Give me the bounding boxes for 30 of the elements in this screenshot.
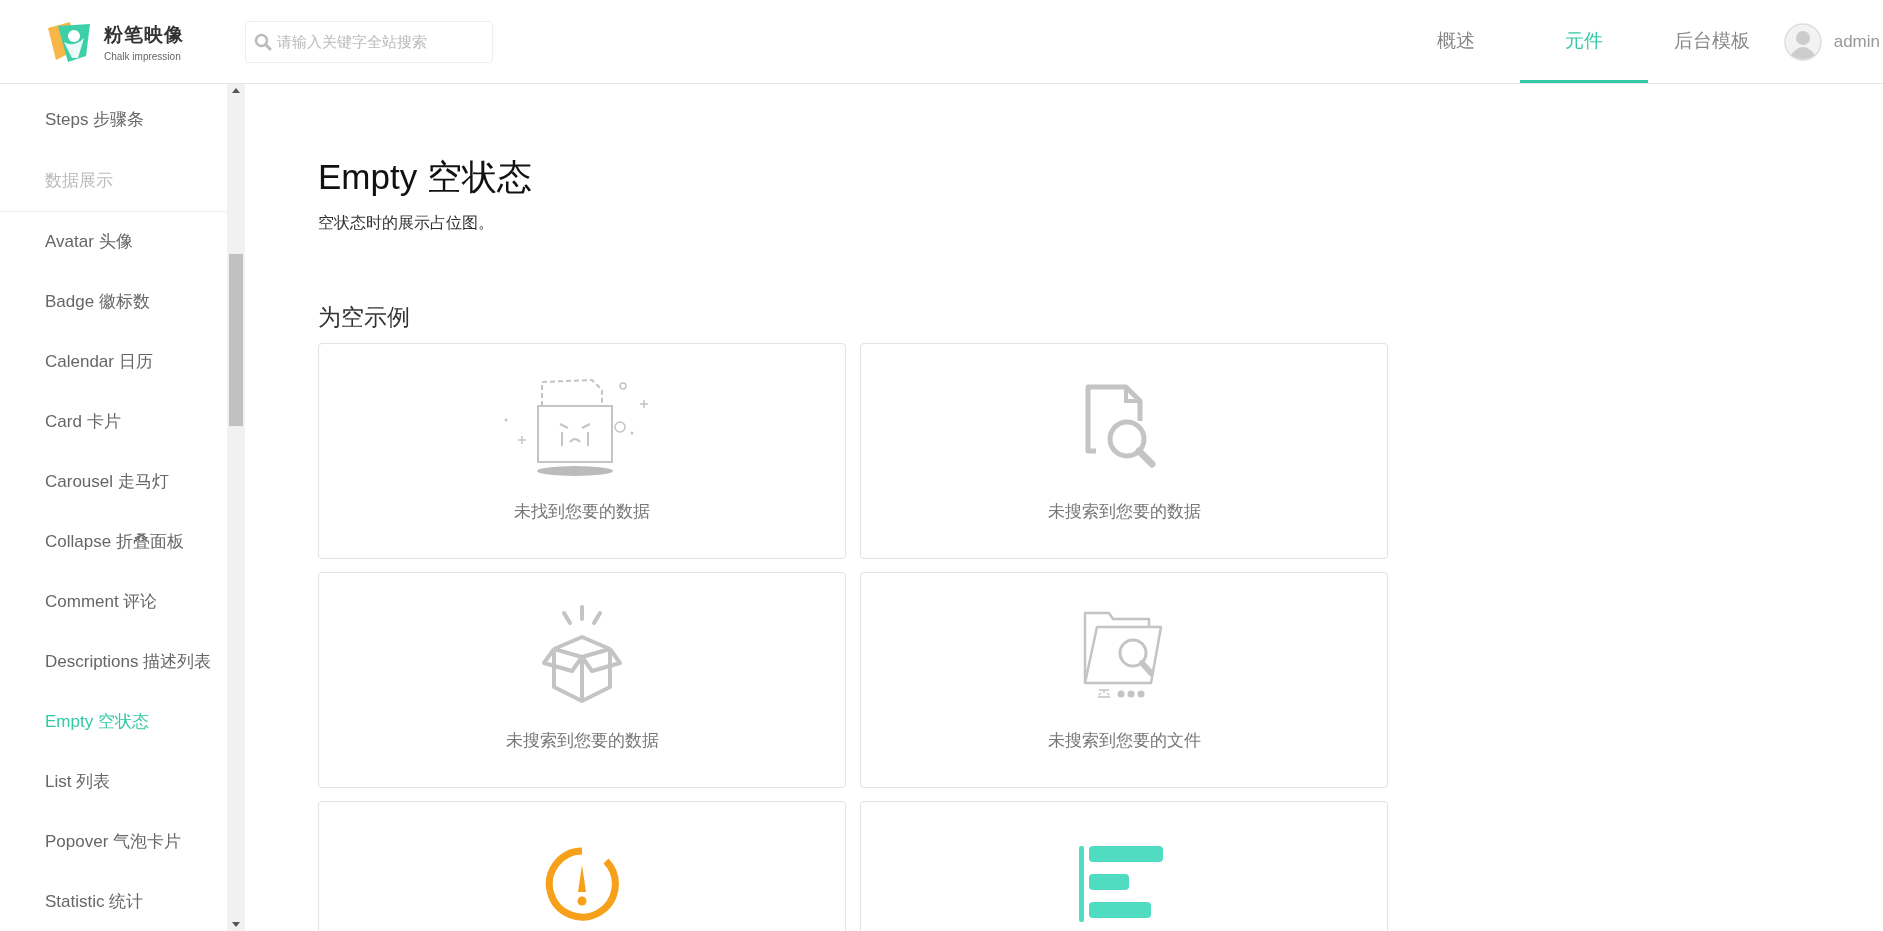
page-description: 空状态时的展示占位图。 <box>318 213 495 233</box>
empty-caption: 未搜索到您要的文件 <box>1047 730 1201 752</box>
open-box-icon <box>540 605 624 705</box>
sidebar-item[interactable]: Popover 气泡卡片 <box>0 811 227 872</box>
sidebar-item[interactable]: Collapse 折叠面板 <box>0 511 227 572</box>
logo-title: 粉笔映像 <box>104 22 184 47</box>
nav-tab[interactable]: 后台模板 <box>1647 0 1776 83</box>
page-title: Empty 空状态 <box>318 156 533 198</box>
sidebar-item[interactable]: Carousel 走马灯 <box>0 451 227 512</box>
empty-caption: 未搜索到您要的数据 <box>1047 501 1201 523</box>
sidebar-item[interactable]: Statistic 统计 <box>0 871 227 931</box>
scrollbar[interactable] <box>227 84 245 931</box>
sidebar-item[interactable]: Steps 步骤条 <box>0 90 227 150</box>
scrollbar-thumb[interactable] <box>229 254 243 426</box>
sidebar-item[interactable]: Calendar 日历 <box>0 331 227 392</box>
section-title: 为空示例 <box>318 303 411 332</box>
warning-icon <box>544 846 620 922</box>
empty-caption: 未搜索到您要的数据 <box>505 730 659 752</box>
sidebar-item[interactable]: Badge 徽标数 <box>0 271 227 332</box>
empty-caption: 未找到您要的数据 <box>514 501 650 523</box>
sidebar-item[interactable]: Avatar 头像 <box>0 211 227 272</box>
search-field[interactable]: 请输入关键字全站搜索 <box>245 20 493 63</box>
search-icon <box>254 32 272 51</box>
avatar-icon[interactable] <box>1783 22 1822 61</box>
sidebar-item[interactable]: Descriptions 描述列表 <box>0 631 227 692</box>
sidebar-item[interactable]: Card 卡片 <box>0 391 227 452</box>
sidebar-item[interactable]: List 列表 <box>0 751 227 812</box>
sidebar-item[interactable]: Comment 评论 <box>0 571 227 632</box>
nav-tab[interactable]: 概述 <box>1391 0 1520 83</box>
logo-subtitle: Chalk impression <box>104 50 182 62</box>
